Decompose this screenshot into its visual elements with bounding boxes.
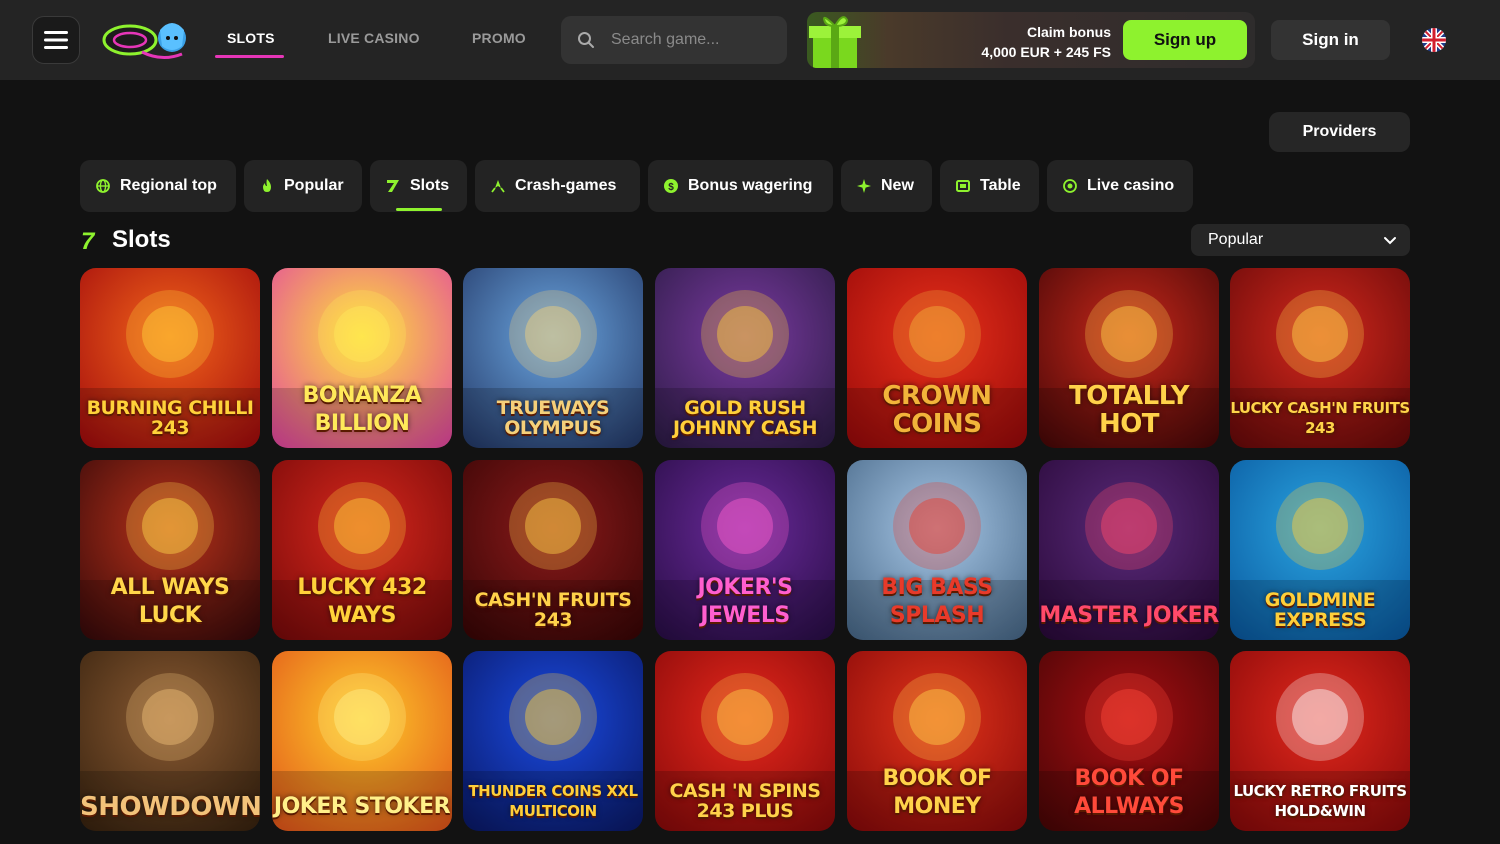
search-input[interactable] (611, 31, 771, 49)
game-title: BURNING CHILLI 243 (86, 397, 254, 439)
tab-popular[interactable]: Popular (244, 160, 362, 212)
game-tile[interactable]: BURNING CHILLI 243 (80, 268, 260, 448)
tab-bonus-wagering[interactable]: $ Bonus wagering (648, 160, 833, 212)
game-title: SHOWDOWN (80, 792, 260, 822)
promo-line-1: Claim bonus (1026, 24, 1111, 40)
game-title: BONANZA BILLION (302, 383, 422, 436)
table-icon (956, 179, 970, 193)
nav-slots[interactable]: SLOTS (227, 30, 275, 46)
flame-icon (260, 179, 274, 193)
game-title: JOKER STOKER (273, 794, 451, 819)
sort-selected-value: Popular (1208, 231, 1264, 248)
game-title: GOLD RUSH JOHNNY CASH (672, 397, 818, 439)
site-logo[interactable] (102, 16, 192, 64)
game-tile[interactable]: SHOWDOWN (80, 651, 260, 831)
crash-icon (491, 179, 505, 193)
search-icon (578, 32, 594, 48)
search-box (561, 16, 787, 64)
game-title: GOLDMINE EXPRESS (1264, 589, 1376, 631)
game-tile[interactable]: JOKER'S JEWELS (655, 460, 835, 640)
tab-table[interactable]: Table (940, 160, 1039, 212)
tab-label: Bonus wagering (688, 177, 813, 194)
tab-slots[interactable]: Slots (370, 160, 467, 212)
game-tile[interactable]: BOOK OF MONEY (847, 651, 1027, 831)
nav-live-casino[interactable]: LIVE CASINO (328, 30, 420, 46)
nav-active-indicator (215, 55, 284, 58)
game-title: TRUEWAYS OLYMPUS (496, 397, 610, 439)
promo-line-2: 4,000 EUR + 245 FS (981, 44, 1111, 60)
slots-section-icon: 7 (81, 228, 95, 255)
game-title: CASH'N FRUITS 243 (474, 589, 632, 631)
game-tile[interactable]: GOLD RUSH JOHNNY CASH (655, 268, 835, 448)
game-title: BIG BASS SPLASH (881, 575, 993, 628)
nav-promo[interactable]: PROMO (472, 30, 526, 46)
tab-crash-games[interactable]: Crash-games (475, 160, 640, 212)
game-tile[interactable]: TRUEWAYS OLYMPUS (463, 268, 643, 448)
globe-icon (96, 179, 110, 193)
game-tile[interactable]: GOLDMINE EXPRESS (1230, 460, 1410, 640)
language-flag-icon[interactable] (1422, 28, 1446, 52)
tab-regional-top[interactable]: Regional top (80, 160, 236, 212)
tab-label: Regional top (120, 177, 217, 194)
seven-icon (386, 179, 400, 193)
game-title: TOTALLY HOT (1068, 381, 1190, 439)
tab-label: Live casino (1087, 177, 1175, 194)
game-tile[interactable]: CASH'N FRUITS 243 (463, 460, 643, 640)
hamburger-icon (44, 31, 68, 49)
tab-label: Crash-games (515, 177, 617, 194)
svg-text:$: $ (668, 182, 674, 193)
section-title: Slots (112, 226, 171, 253)
game-title: JOKER'S JEWELS (697, 575, 793, 628)
menu-button[interactable] (32, 16, 80, 64)
game-title: LUCKY 432 WAYS (297, 575, 427, 628)
providers-button[interactable]: Providers (1269, 112, 1410, 152)
tab-live-casino[interactable]: Live casino (1047, 160, 1193, 212)
game-tile[interactable]: ALL WAYS LUCK (80, 460, 260, 640)
promo-text: Claim bonus 4,000 EUR + 245 FS (981, 22, 1111, 62)
game-tile[interactable]: BOOK OF ALLWAYS (1039, 651, 1219, 831)
tab-label: New (881, 177, 914, 194)
game-title: BOOK OF MONEY (882, 766, 992, 819)
tab-label: Popular (284, 177, 344, 194)
game-title: CROWN COINS (882, 381, 992, 439)
game-title: ALL WAYS LUCK (110, 575, 230, 628)
game-title: LUCKY RETRO FRUITS HOLD&WIN (1233, 782, 1407, 820)
game-tile[interactable]: THUNDER COINS XXL MULTICOIN (463, 651, 643, 831)
game-tile[interactable]: JOKER STOKER (272, 651, 452, 831)
game-tile[interactable]: LUCKY CASH'N FRUITS 243 (1230, 268, 1410, 448)
game-title: CASH 'N SPINS 243 PLUS (669, 780, 821, 822)
game-title: BOOK OF ALLWAYS (1074, 766, 1184, 819)
game-tile[interactable]: BONANZA BILLION (272, 268, 452, 448)
tab-label: Table (980, 177, 1021, 194)
game-tile[interactable]: CROWN COINS (847, 268, 1027, 448)
tab-active-indicator (396, 208, 442, 211)
game-tile[interactable]: LUCKY 432 WAYS (272, 460, 452, 640)
game-tile[interactable]: CASH 'N SPINS 243 PLUS (655, 651, 835, 831)
chevron-down-icon (1384, 237, 1396, 245)
sign-in-button[interactable]: Sign in (1271, 20, 1390, 60)
sparkle-icon (857, 179, 871, 193)
dollar-icon: $ (664, 179, 678, 193)
sort-select[interactable]: Popular (1191, 224, 1410, 256)
sign-up-button[interactable]: Sign up (1123, 20, 1247, 60)
gift-icon (809, 16, 861, 68)
tab-label: Slots (410, 177, 450, 194)
game-title: LUCKY CASH'N FRUITS 243 (1230, 399, 1410, 437)
live-icon (1063, 179, 1077, 193)
tab-new[interactable]: New (841, 160, 932, 212)
game-title: MASTER JOKER (1039, 603, 1219, 628)
game-title: THUNDER COINS XXL MULTICOIN (468, 782, 638, 820)
game-tile[interactable]: TOTALLY HOT (1039, 268, 1219, 448)
game-tile[interactable]: LUCKY RETRO FRUITS HOLD&WIN (1230, 651, 1410, 831)
top-bar: SLOTS LIVE CASINO PROMO Claim bonus 4,00… (0, 0, 1500, 80)
game-tile[interactable]: MASTER JOKER (1039, 460, 1219, 640)
game-tile[interactable]: BIG BASS SPLASH (847, 460, 1027, 640)
